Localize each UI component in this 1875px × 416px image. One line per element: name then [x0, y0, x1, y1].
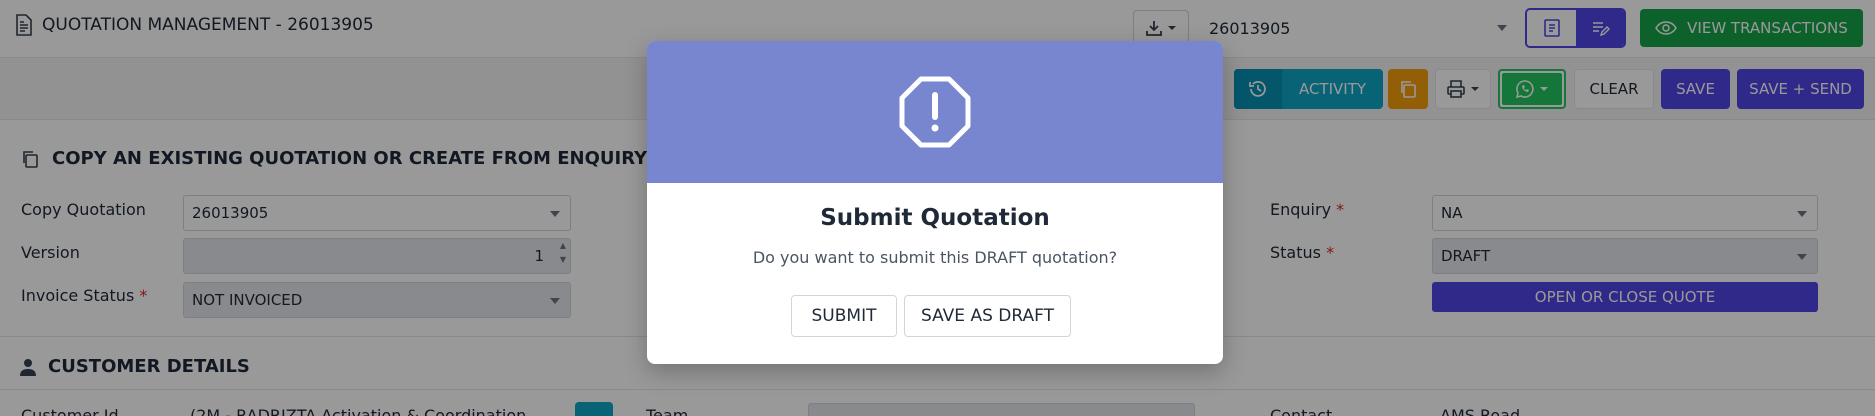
dialog-message: Do you want to submit this DRAFT quotati… — [752, 248, 1118, 267]
save-as-draft-button[interactable]: SAVE AS DRAFT — [904, 295, 1071, 337]
submit-quotation-dialog: Submit Quotation Do you want to submit t… — [647, 41, 1223, 364]
dialog-title: Submit Quotation — [820, 205, 1050, 231]
octagon-alert-icon — [899, 76, 971, 148]
submit-button[interactable]: SUBMIT — [791, 295, 897, 337]
dialog-header — [647, 41, 1223, 183]
